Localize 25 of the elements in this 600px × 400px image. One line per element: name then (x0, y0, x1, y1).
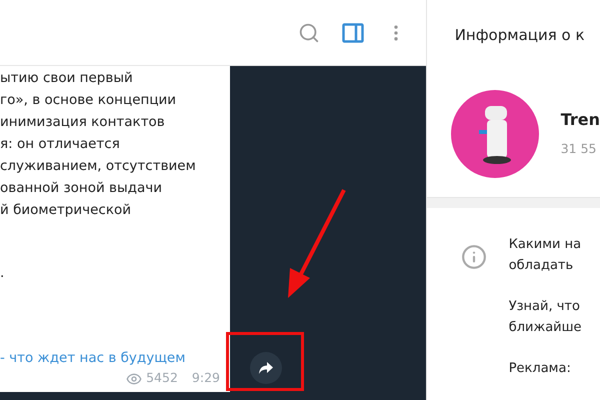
info-icon (460, 244, 487, 270)
message-text: я: он отличается (0, 135, 121, 154)
description-text: обладать (508, 257, 574, 275)
forward-button[interactable] (250, 352, 282, 384)
message-text: й биометрической (0, 201, 132, 220)
channel-name: Tren (560, 109, 600, 132)
message-text: инимизация контактов (0, 113, 166, 132)
description-text: ближайше (508, 319, 582, 337)
search-icon[interactable] (298, 22, 320, 44)
message-text: ованной зоной выдачи (0, 179, 164, 198)
subscriber-count: 31 55 (560, 140, 598, 158)
message-text: ытию свои первый (0, 69, 134, 88)
message-text: . (0, 264, 6, 283)
view-count: 5452 (146, 369, 178, 388)
description-text: Какими на (508, 236, 582, 254)
message-link[interactable]: - что ждет нас в будущем (0, 347, 230, 370)
views-icon (126, 370, 142, 387)
message-text: го», в основе концепции (0, 91, 178, 110)
sidebar-toggle-icon[interactable] (342, 22, 364, 42)
description-text: Узнай, что (508, 298, 581, 316)
message-time: 9:29 (192, 369, 220, 388)
forward-icon (258, 361, 274, 375)
panel-title: Информация о к (454, 24, 585, 46)
description-text: Реклама: (508, 360, 572, 378)
message-text: служиванием, отсутствием (0, 157, 197, 176)
